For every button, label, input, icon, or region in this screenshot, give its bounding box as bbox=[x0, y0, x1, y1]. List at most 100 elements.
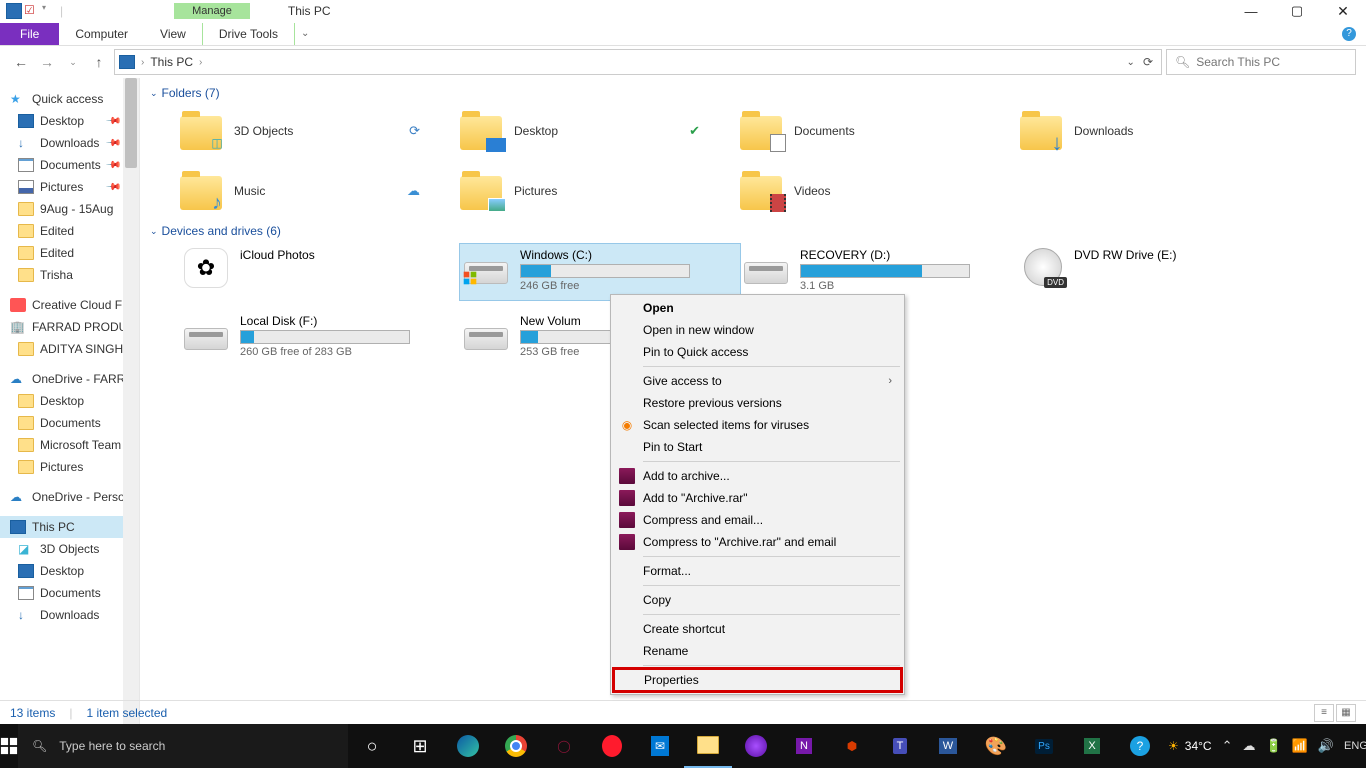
volume-icon[interactable]: 🔊 bbox=[1318, 738, 1334, 754]
computer-tab[interactable]: Computer bbox=[59, 23, 144, 45]
folder-documents[interactable]: Documents bbox=[740, 106, 1020, 156]
sidebar-documents[interactable]: Documents📌 bbox=[0, 154, 139, 176]
view-tab[interactable]: View bbox=[144, 23, 202, 45]
photoshop-icon[interactable]: Ps bbox=[1020, 724, 1068, 768]
sidebar-folder[interactable]: Trisha bbox=[0, 264, 139, 286]
menu-open[interactable]: Open bbox=[613, 297, 902, 319]
sidebar-od-documents[interactable]: Documents bbox=[0, 412, 139, 434]
sidebar-od-pictures[interactable]: Pictures bbox=[0, 456, 139, 478]
sidebar-scrollbar[interactable] bbox=[123, 78, 139, 724]
up-button[interactable]: ↑ bbox=[88, 51, 110, 73]
sidebar-quick-access[interactable]: ★Quick access bbox=[0, 88, 139, 110]
menu-compress-email[interactable]: Compress and email... bbox=[613, 509, 902, 531]
paint-icon[interactable]: 🎨 bbox=[972, 724, 1020, 768]
chevron-right-icon[interactable]: › bbox=[141, 57, 144, 68]
breadcrumb[interactable]: This PC bbox=[150, 55, 193, 69]
sidebar-od-team[interactable]: Microsoft Team bbox=[0, 434, 139, 456]
task-view-button[interactable]: ⊞ bbox=[396, 724, 444, 768]
taskbar-search[interactable]: 🔍︎ Type here to search bbox=[18, 724, 348, 768]
edge-icon[interactable] bbox=[444, 724, 492, 768]
menu-copy[interactable]: Copy bbox=[613, 589, 902, 611]
menu-pin-quick-access[interactable]: Pin to Quick access bbox=[613, 341, 902, 363]
chrome-icon[interactable] bbox=[492, 724, 540, 768]
opera-gx-icon[interactable]: ◯ bbox=[540, 724, 588, 768]
refresh-button[interactable]: ⟳ bbox=[1143, 55, 1153, 69]
folder-videos[interactable]: Videos bbox=[740, 166, 1020, 216]
sidebar-tp-documents[interactable]: Documents bbox=[0, 582, 139, 604]
teams-icon[interactable]: T bbox=[876, 724, 924, 768]
minimize-button[interactable]: — bbox=[1228, 0, 1274, 22]
file-tab[interactable]: File bbox=[0, 23, 59, 45]
firefox-icon[interactable] bbox=[732, 724, 780, 768]
dropdown-icon[interactable]: ▾ bbox=[42, 3, 58, 19]
address-dropdown-icon[interactable]: ⌄ bbox=[1127, 57, 1135, 68]
explorer-icon[interactable] bbox=[684, 724, 732, 768]
sidebar-folder[interactable]: Edited bbox=[0, 242, 139, 264]
chevron-right-icon[interactable]: › bbox=[199, 57, 202, 68]
menu-format[interactable]: Format... bbox=[613, 560, 902, 582]
sidebar-desktop[interactable]: Desktop📌 bbox=[0, 110, 139, 132]
search-input[interactable] bbox=[1196, 55, 1351, 69]
menu-rename[interactable]: Rename bbox=[613, 640, 902, 662]
sidebar-tp-downloads[interactable]: ↓Downloads bbox=[0, 604, 139, 626]
wifi-icon[interactable]: 📶 bbox=[1292, 738, 1308, 754]
maximize-button[interactable]: ▢ bbox=[1274, 0, 1320, 22]
drive-recovery-d[interactable]: RECOVERY (D:) 3.1 GB bbox=[740, 244, 1020, 300]
sidebar-od-desktop[interactable]: Desktop bbox=[0, 390, 139, 412]
menu-restore-versions[interactable]: Restore previous versions bbox=[613, 392, 902, 414]
drive-windows-c[interactable]: Windows (C:) 246 GB free bbox=[460, 244, 740, 300]
sidebar-3d-objects[interactable]: ◪3D Objects bbox=[0, 538, 139, 560]
mail-icon[interactable]: ✉ bbox=[636, 724, 684, 768]
back-button[interactable]: ← bbox=[10, 51, 32, 73]
menu-pin-start[interactable]: Pin to Start bbox=[613, 436, 902, 458]
drive-icloud[interactable]: ✿ iCloud Photos bbox=[180, 244, 460, 300]
drive-dvd-e[interactable]: DVD RW Drive (E:) bbox=[1020, 244, 1300, 300]
onenote-icon[interactable]: N bbox=[780, 724, 828, 768]
weather-widget[interactable]: ☀34°C bbox=[1168, 739, 1212, 753]
onedrive-tray-icon[interactable]: ☁ bbox=[1242, 738, 1255, 754]
folder-3d-objects[interactable]: ◫3D Objects⟳ bbox=[180, 106, 460, 156]
folder-downloads[interactable]: ↓Downloads bbox=[1020, 106, 1300, 156]
ribbon-collapse-icon[interactable]: ⌄ bbox=[301, 28, 309, 39]
sidebar-folder[interactable]: ADITYA SINGH bbox=[0, 338, 139, 360]
help-button[interactable]: ? bbox=[1342, 27, 1356, 41]
menu-open-new-window[interactable]: Open in new window bbox=[613, 319, 902, 341]
menu-create-shortcut[interactable]: Create shortcut bbox=[613, 618, 902, 640]
drive-local-f[interactable]: Local Disk (F:) 260 GB free of 283 GB bbox=[180, 310, 460, 366]
get-help-icon[interactable]: ? bbox=[1116, 724, 1164, 768]
sidebar-creative-cloud[interactable]: Creative Cloud F bbox=[0, 294, 139, 316]
sidebar-onedrive2[interactable]: ☁OneDrive - Perso bbox=[0, 486, 139, 508]
check-icon[interactable]: ☑ bbox=[24, 3, 40, 19]
close-button[interactable]: ✕ bbox=[1320, 0, 1366, 22]
address-bar[interactable]: › This PC › ⌄ ⟳ bbox=[114, 49, 1162, 75]
menu-compress-rar-email[interactable]: Compress to "Archive.rar" and email bbox=[613, 531, 902, 553]
menu-add-rar[interactable]: Add to "Archive.rar" bbox=[613, 487, 902, 509]
sidebar-onedrive1[interactable]: ☁OneDrive - FARR bbox=[0, 368, 139, 390]
menu-give-access[interactable]: Give access to› bbox=[613, 370, 902, 392]
sidebar-folder[interactable]: Edited bbox=[0, 220, 139, 242]
forward-button[interactable]: → bbox=[36, 51, 58, 73]
sidebar-pictures[interactable]: Pictures📌 bbox=[0, 176, 139, 198]
search-box[interactable]: 🔍︎ bbox=[1166, 49, 1356, 75]
word-icon[interactable]: W bbox=[924, 724, 972, 768]
sidebar-this-pc[interactable]: This PC bbox=[0, 516, 139, 538]
drive-tools-tab[interactable]: Drive Tools bbox=[202, 23, 295, 45]
menu-properties[interactable]: Properties bbox=[614, 669, 901, 691]
sidebar-downloads[interactable]: ↓Downloads📌 bbox=[0, 132, 139, 154]
office-icon[interactable]: ⬢ bbox=[828, 724, 876, 768]
folder-pictures[interactable]: Pictures bbox=[460, 166, 740, 216]
drives-group-header[interactable]: ⌄Devices and drives (6) bbox=[150, 216, 1366, 244]
battery-icon[interactable]: 🔋 bbox=[1265, 738, 1281, 754]
sidebar-tp-desktop[interactable]: Desktop bbox=[0, 560, 139, 582]
opera-icon[interactable] bbox=[588, 724, 636, 768]
start-button[interactable] bbox=[0, 724, 18, 768]
excel-icon[interactable]: X bbox=[1068, 724, 1116, 768]
recent-dropdown[interactable]: ⌄ bbox=[62, 51, 84, 73]
folder-music[interactable]: ♪Music☁ bbox=[180, 166, 460, 216]
folders-group-header[interactable]: ⌄Folders (7) bbox=[150, 78, 1366, 106]
sidebar-folder[interactable]: 9Aug - 15Aug bbox=[0, 198, 139, 220]
sidebar-farrad[interactable]: 🏢FARRAD PRODU bbox=[0, 316, 139, 338]
menu-add-archive[interactable]: Add to archive... bbox=[613, 465, 902, 487]
menu-scan-viruses[interactable]: ◉Scan selected items for viruses bbox=[613, 414, 902, 436]
folder-desktop[interactable]: Desktop✔ bbox=[460, 106, 740, 156]
